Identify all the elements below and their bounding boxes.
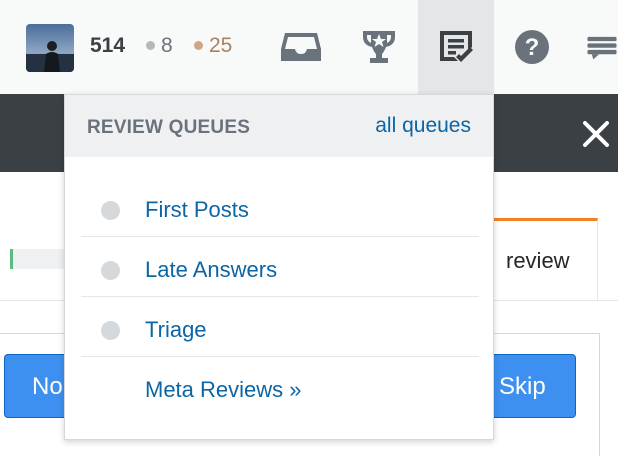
tab-review-label: review: [506, 248, 570, 273]
avatar-image: [26, 24, 74, 72]
silver-badge-icon: [146, 41, 155, 50]
review-queues-dropdown: REVIEW QUEUES all queues First Posts Lat…: [64, 94, 494, 440]
bronze-badge-icon: [194, 41, 203, 50]
site-switcher-icon: [587, 36, 617, 60]
review-queue-icon: [440, 31, 473, 62]
svg-text:?: ?: [525, 34, 540, 61]
avatar[interactable]: [26, 24, 74, 72]
progress-bar: [10, 249, 65, 269]
queue-status-dot-icon: [101, 201, 120, 220]
queue-link-late-answers[interactable]: Late Answers: [145, 257, 277, 283]
dropdown-header: REVIEW QUEUES all queues: [65, 95, 493, 157]
queue-status-dot-icon: [101, 321, 120, 340]
all-queues-link[interactable]: all queues: [375, 114, 471, 138]
dropdown-title: REVIEW QUEUES: [87, 117, 251, 138]
reputation-count[interactable]: 514: [90, 34, 125, 58]
queue-item-first-posts[interactable]: First Posts: [81, 177, 479, 237]
queue-status-dot-icon: [101, 261, 120, 280]
queue-link-first-posts[interactable]: First Posts: [145, 197, 249, 223]
bronze-badge-count: 25: [209, 34, 233, 57]
help-button[interactable]: ?: [509, 24, 555, 70]
review-queue-button[interactable]: [433, 24, 479, 70]
queue-link-triage[interactable]: Triage: [145, 317, 207, 343]
close-icon: [583, 121, 609, 147]
inbox-icon: [281, 33, 321, 61]
inbox-button[interactable]: [278, 24, 324, 70]
queue-item-late-answers[interactable]: Late Answers: [81, 237, 479, 297]
queue-item-meta-reviews[interactable]: Meta Reviews »: [81, 357, 479, 417]
site-switcher-button[interactable]: [586, 24, 618, 70]
silver-badge-count: 8: [161, 34, 173, 57]
trophy-icon: [363, 31, 395, 63]
queue-item-triage[interactable]: Triage: [81, 297, 479, 357]
achievements-button[interactable]: [356, 24, 402, 70]
help-icon: ?: [515, 30, 549, 64]
top-bar: 514 8 25 ?: [0, 0, 618, 94]
close-button[interactable]: [578, 116, 614, 152]
queue-link-meta-reviews[interactable]: Meta Reviews »: [145, 377, 302, 403]
